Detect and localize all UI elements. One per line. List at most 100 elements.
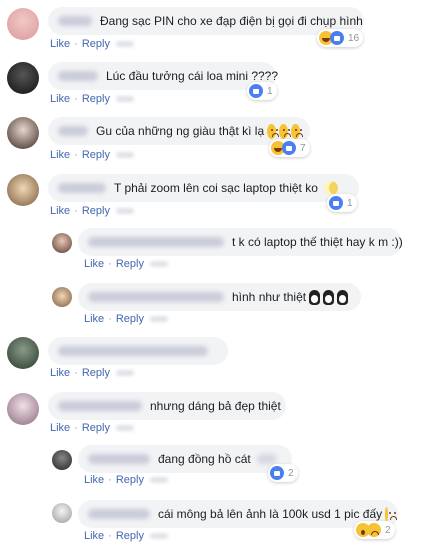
- comment-5: Like · Reply: [0, 334, 443, 386]
- separator: ·: [74, 93, 78, 105]
- timestamp[interactable]: [149, 533, 168, 539]
- reply-link[interactable]: Reply: [82, 367, 110, 379]
- timestamp[interactable]: [115, 208, 134, 214]
- reply-3: đang đồng hồ cát 2 Like · Reply: [0, 441, 443, 493]
- comment-4: T phải zoom lên coi sạc laptop thiệt ko …: [0, 170, 443, 224]
- separator: ·: [74, 205, 78, 217]
- reply-link[interactable]: Reply: [116, 530, 144, 542]
- like-link[interactable]: Like: [84, 530, 104, 542]
- comment-text: Lúc đầu tưởng cái loa mini ????: [106, 69, 279, 83]
- author-name[interactable]: [58, 71, 98, 81]
- emoji-icon: [267, 123, 280, 139]
- comment-6: nhưng dáng bả đẹp thiệt Like · Reply: [0, 390, 443, 440]
- comment-1: Đang sạc PIN cho xe đạp điện bị gọi đi c…: [0, 0, 443, 55]
- timestamp[interactable]: [115, 41, 134, 47]
- reaction-summary[interactable]: 1: [247, 82, 277, 100]
- avatar[interactable]: [52, 287, 72, 307]
- reaction-count: 1: [347, 197, 353, 209]
- comment-bubble: hình như thiệt: [78, 283, 361, 311]
- like-link[interactable]: Like: [50, 149, 70, 161]
- reaction-count: 16: [348, 32, 360, 44]
- timestamp[interactable]: [115, 96, 134, 102]
- comment-text: đang đồng hồ cát: [158, 452, 251, 466]
- reply-2: hình như thiệt Like · Reply: [0, 280, 443, 332]
- redacted-text: [256, 454, 277, 464]
- emoji-icon: [279, 123, 292, 139]
- comment-bubble: Đang sạc PIN cho xe đạp điện bị gọi đi c…: [48, 7, 364, 35]
- avatar[interactable]: [7, 62, 39, 94]
- comment-actions: Like · Reply: [84, 474, 168, 486]
- reaction-summary[interactable]: 1: [327, 194, 357, 212]
- comment-bubble: Lúc đầu tưởng cái loa mini ????: [48, 62, 279, 90]
- comment-actions: Like · Reply: [84, 530, 168, 542]
- comment-actions: Like · Reply: [50, 149, 134, 161]
- like-link[interactable]: Like: [50, 422, 70, 434]
- comment-text: t k có laptop thế thiệt hay k m :)): [232, 235, 403, 249]
- author-name[interactable]: [88, 237, 224, 247]
- reaction-summary[interactable]: 7: [269, 139, 310, 157]
- moon-emoji-icon: [323, 181, 338, 195]
- reply-1: t k có laptop thế thiệt hay k m :)) Like…: [0, 226, 443, 278]
- author-name[interactable]: [58, 401, 142, 411]
- reaction-count: 7: [300, 142, 306, 154]
- like-link[interactable]: Like: [50, 205, 70, 217]
- reply-link[interactable]: Reply: [116, 474, 144, 486]
- penguin-icon: [323, 289, 335, 305]
- author-name[interactable]: [88, 509, 150, 519]
- separator: ·: [74, 367, 78, 379]
- comment-actions: Like · Reply: [84, 258, 168, 270]
- author-name[interactable]: [58, 346, 208, 356]
- author-name[interactable]: [88, 454, 150, 464]
- reply-link[interactable]: Reply: [82, 38, 110, 50]
- like-link[interactable]: Like: [84, 313, 104, 325]
- like-link[interactable]: Like: [84, 258, 104, 270]
- like-link[interactable]: Like: [84, 474, 104, 486]
- timestamp[interactable]: [115, 425, 134, 431]
- comment-bubble: t k có laptop thế thiệt hay k m :)): [78, 228, 403, 256]
- reply-link[interactable]: Reply: [116, 313, 144, 325]
- comment-2: Lúc đầu tưởng cái loa mini ???? 1 Like · …: [0, 58, 443, 110]
- like-link[interactable]: Like: [50, 93, 70, 105]
- author-name[interactable]: [58, 183, 106, 193]
- comment-actions: Like · Reply: [50, 367, 134, 379]
- like-link[interactable]: Like: [50, 367, 70, 379]
- comment-actions: Like · Reply: [50, 93, 134, 105]
- reply-4: cái mông bả lên ảnh là 100k usd 1 pic đấ…: [0, 496, 443, 551]
- comment-3: Gu của những ng giàu thật kì lạ 7 Like · …: [0, 114, 443, 166]
- reaction-summary[interactable]: 2: [354, 521, 395, 539]
- comment-actions: Like · Reply: [84, 313, 168, 325]
- avatar[interactable]: [52, 503, 72, 523]
- reply-link[interactable]: Reply: [82, 149, 110, 161]
- author-name[interactable]: [58, 126, 88, 136]
- author-name[interactable]: [58, 16, 92, 26]
- penguin-icon: [337, 289, 349, 305]
- reply-link[interactable]: Reply: [82, 422, 110, 434]
- comment-actions: Like · Reply: [50, 205, 134, 217]
- separator: ·: [108, 313, 112, 325]
- separator: ·: [108, 530, 112, 542]
- avatar[interactable]: [7, 8, 39, 40]
- reaction-summary[interactable]: 16: [317, 29, 364, 47]
- reaction-summary[interactable]: 2: [268, 464, 298, 482]
- like-link[interactable]: Like: [50, 38, 70, 50]
- like-icon: [249, 84, 263, 98]
- reaction-count: 1: [267, 85, 273, 97]
- avatar[interactable]: [7, 117, 39, 149]
- reply-link[interactable]: Reply: [82, 205, 110, 217]
- comment-text: Gu của những ng giàu thật kì lạ: [96, 124, 265, 138]
- avatar[interactable]: [7, 393, 39, 425]
- separator: ·: [108, 474, 112, 486]
- avatar[interactable]: [52, 233, 72, 253]
- comment-bubble: nhưng dáng bả đẹp thiệt: [48, 392, 286, 420]
- reply-link[interactable]: Reply: [82, 93, 110, 105]
- timestamp[interactable]: [149, 477, 168, 483]
- avatar[interactable]: [7, 174, 39, 206]
- timestamp[interactable]: [149, 316, 168, 322]
- timestamp[interactable]: [115, 152, 134, 158]
- reply-link[interactable]: Reply: [116, 258, 144, 270]
- timestamp[interactable]: [115, 370, 134, 376]
- timestamp[interactable]: [149, 261, 168, 267]
- author-name[interactable]: [88, 292, 224, 302]
- avatar[interactable]: [52, 450, 72, 470]
- avatar[interactable]: [7, 337, 39, 369]
